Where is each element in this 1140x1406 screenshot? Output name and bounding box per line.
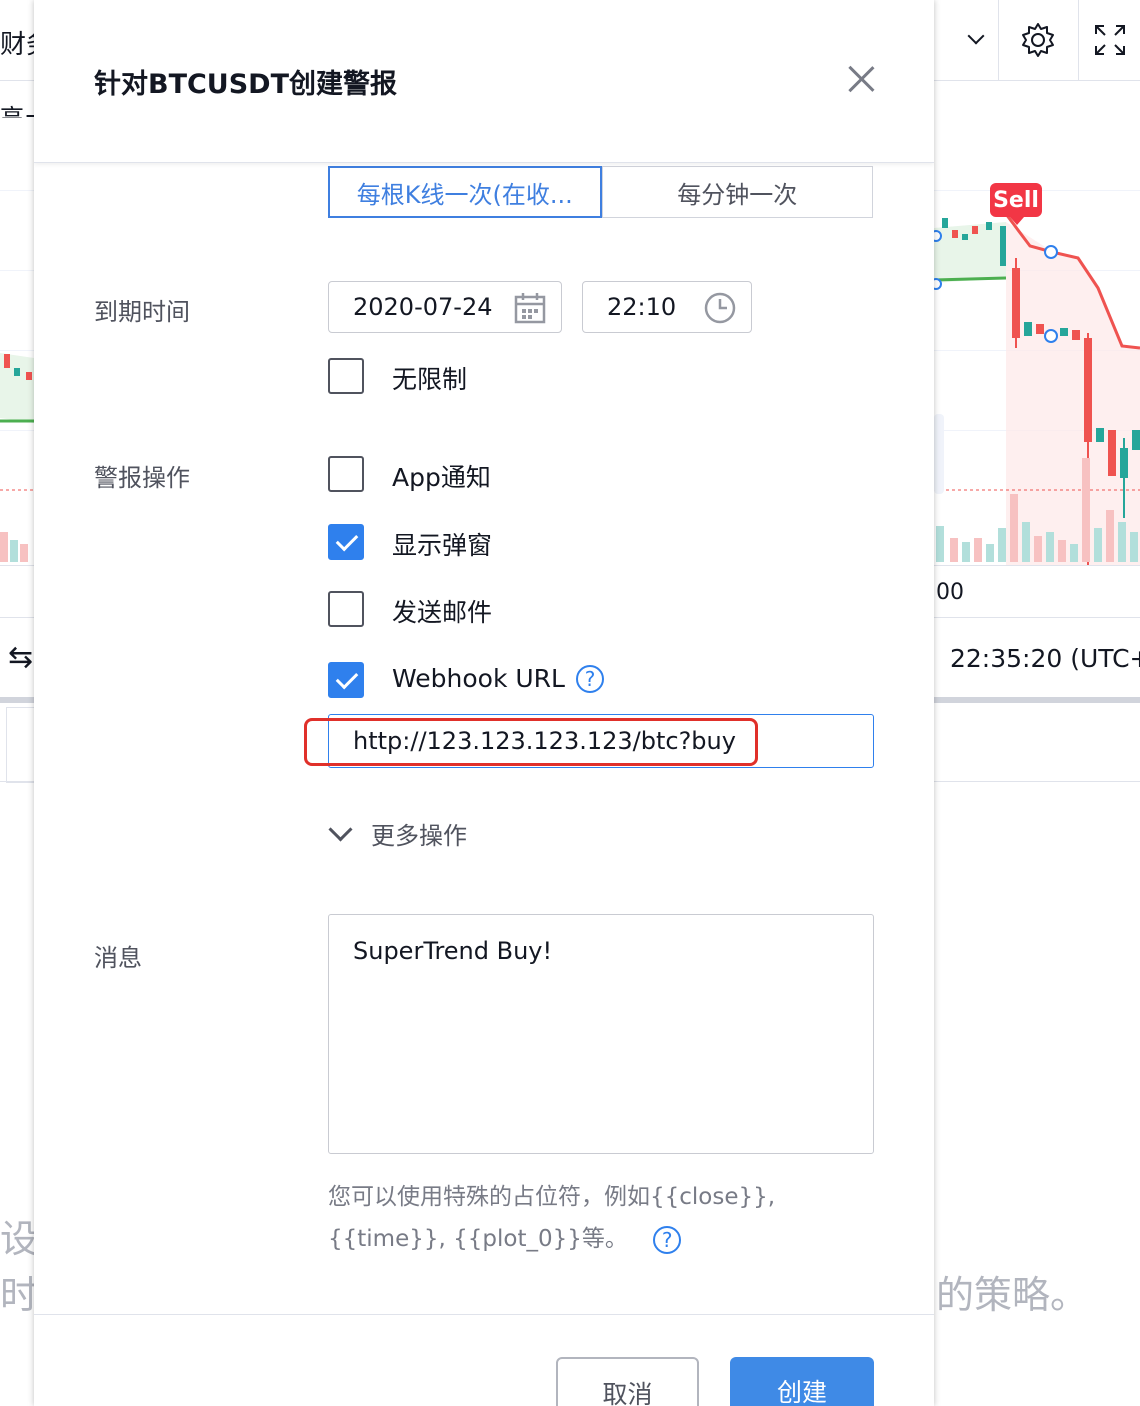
dialog-title: 针对BTCUSDT创建警报 [94, 69, 398, 100]
webhook-url-checkbox[interactable] [328, 662, 364, 698]
cancel-button[interactable]: 取消 [556, 1357, 699, 1406]
message-value: SuperTrend Buy! [353, 937, 553, 965]
sell-signal-badge: Sell [990, 183, 1042, 225]
unlimited-label: 无限制 [392, 365, 468, 394]
placeholder-hint: 您可以使用特殊的占位符，例如{{close}}, {{time}}, {{plo… [328, 1176, 848, 1260]
placeholder-hint-text: 您可以使用特殊的占位符，例如{{close}}, {{time}}, {{plo… [328, 1184, 776, 1252]
webhook-url-value: http://123.123.123.123/btc?buy [353, 727, 736, 755]
webhook-help-icon[interactable]: ? [576, 665, 604, 693]
utc-clock[interactable]: 22:35:20 (UTC+ [950, 644, 1140, 673]
expiry-label: 到期时间 [94, 298, 190, 326]
close-icon[interactable] [846, 64, 876, 94]
more-actions-toggle[interactable]: 更多操作 [328, 816, 467, 851]
trigger-once-per-minute[interactable]: 每分钟一次 [601, 166, 873, 218]
faded-panel-text-3: 的策略。 [936, 1273, 1089, 1317]
clock-icon[interactable] [703, 291, 737, 325]
send-email-label: 发送邮件 [392, 598, 493, 627]
trigger-frequency-toggle: 每根K线一次(在收... 每分钟一次 [328, 166, 873, 218]
chevron-down-icon[interactable] [967, 27, 985, 45]
placeholder-help-icon[interactable]: ? [653, 1225, 682, 1254]
alert-actions-label: 警报操作 [94, 464, 190, 492]
create-alert-dialog: 每根K线一次(在收... 每分钟一次 针对BTCUSDT创建警报 到期时间 20… [34, 0, 934, 1406]
send-email-checkbox[interactable] [328, 591, 364, 627]
compare-icon[interactable]: ⇆ [8, 640, 33, 675]
calendar-icon[interactable] [513, 291, 547, 325]
expiry-date-value: 2020-07-24 [353, 293, 493, 321]
trigger-once-per-bar-close[interactable]: 每根K线一次(在收... [328, 166, 602, 218]
dialog-header: 针对BTCUSDT创建警报 [34, 0, 934, 163]
more-actions-label: 更多操作 [371, 822, 467, 850]
unlimited-checkbox[interactable] [328, 358, 364, 394]
app-notification-label: App通知 [392, 463, 491, 492]
webhook-url-label: Webhook URL [392, 664, 565, 693]
message-label: 消息 [94, 944, 142, 972]
webhook-url-input[interactable]: http://123.123.123.123/btc?buy [328, 714, 874, 768]
chevron-down-icon [328, 817, 353, 842]
show-popup-checkbox[interactable] [328, 524, 364, 560]
show-popup-label: 显示弹窗 [392, 531, 493, 560]
time-axis-label: 00 [936, 580, 964, 605]
fullscreen-icon [1095, 25, 1125, 55]
expiry-time-input[interactable]: 22:10 [582, 281, 752, 333]
settings-button[interactable] [998, 0, 1077, 80]
app-notification-checkbox[interactable] [328, 456, 364, 492]
fullscreen-button[interactable] [1078, 0, 1140, 80]
expiry-date-input[interactable]: 2020-07-24 [328, 281, 562, 333]
message-textarea[interactable]: SuperTrend Buy! [328, 914, 874, 1154]
gear-icon [1022, 23, 1054, 57]
create-button[interactable]: 创建 [730, 1357, 874, 1406]
dialog-footer: 取消 创建 [34, 1314, 934, 1406]
expiry-time-value: 22:10 [607, 293, 677, 321]
